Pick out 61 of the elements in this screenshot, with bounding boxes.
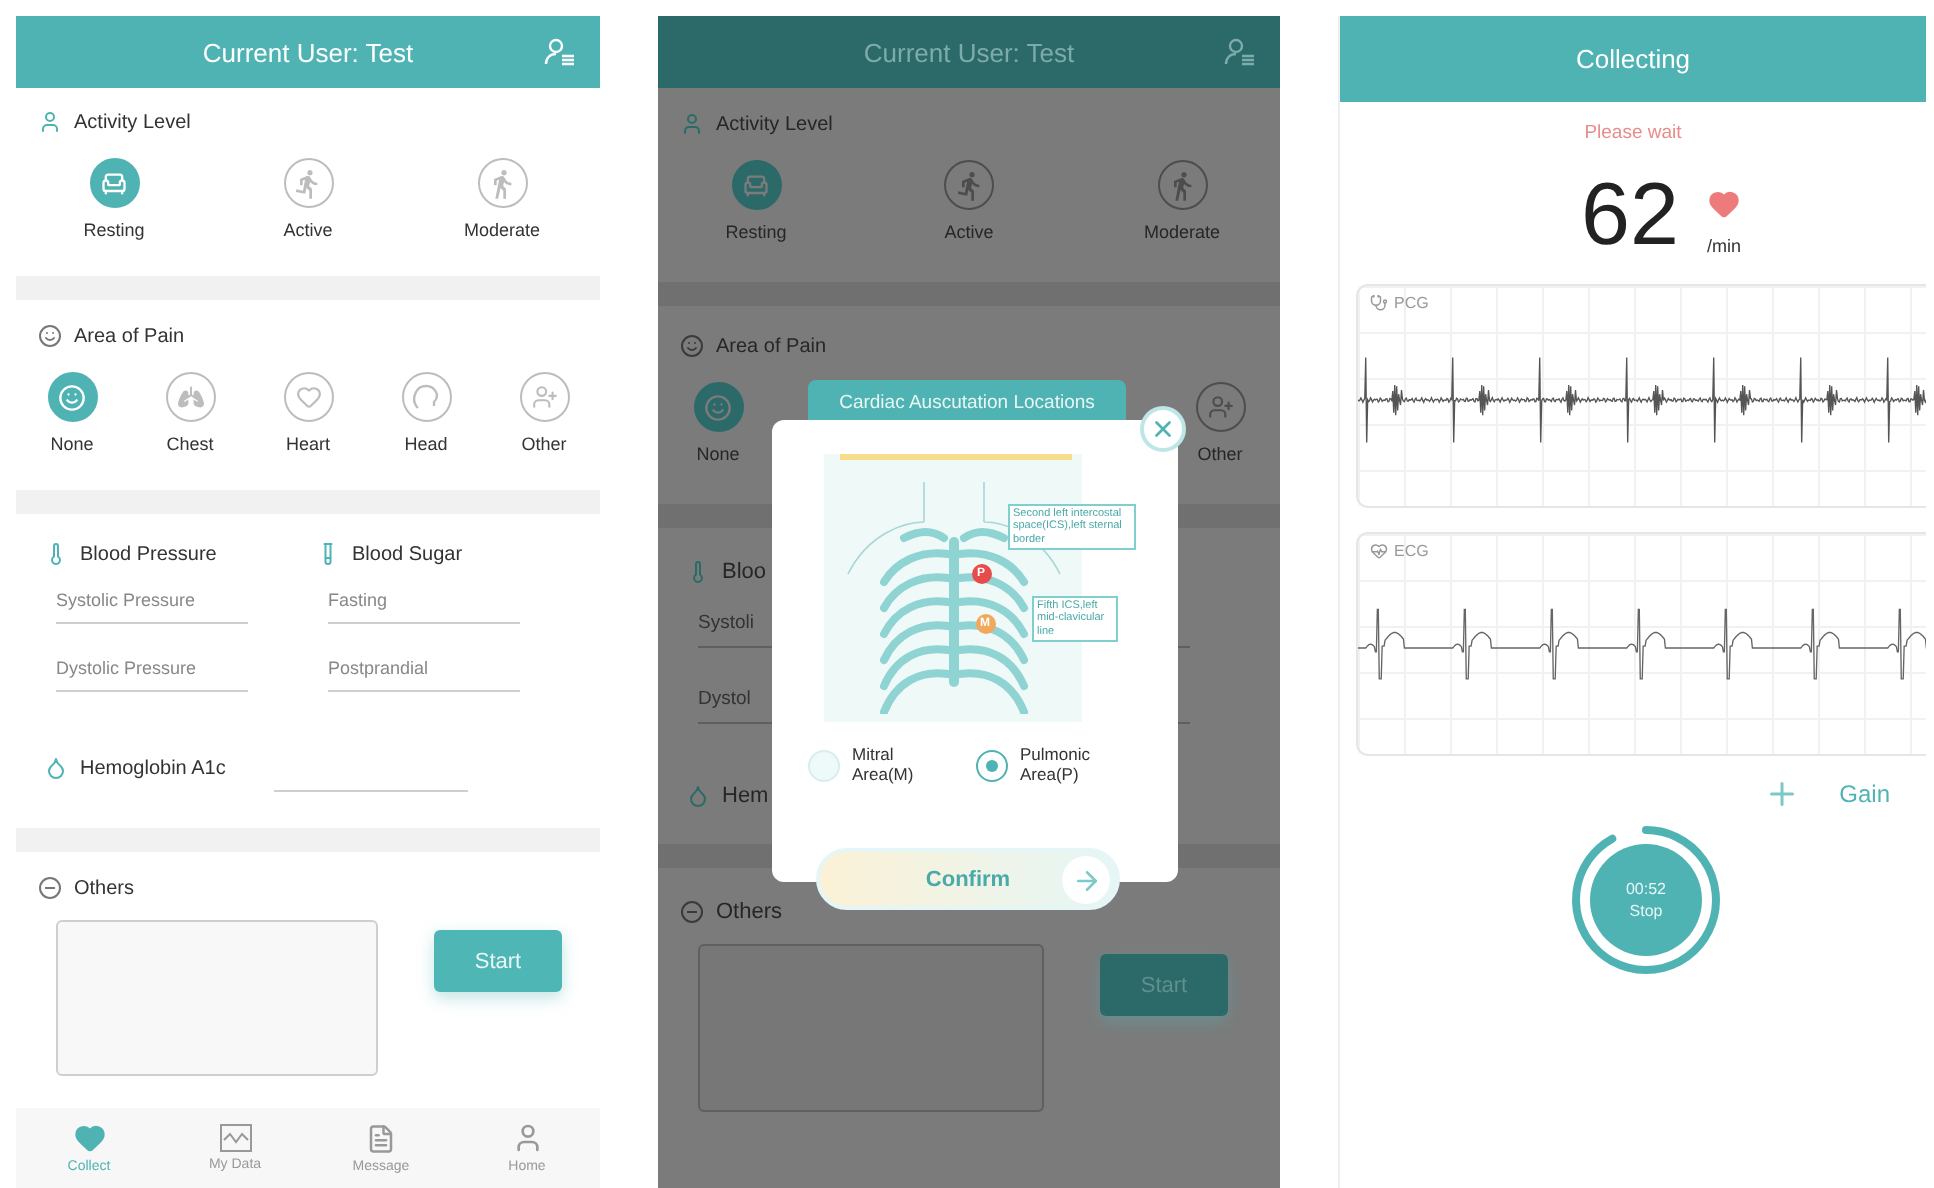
input-field[interactable]: Fasting <box>328 590 520 624</box>
heart-icon <box>73 1122 105 1154</box>
activity-option[interactable]: Active <box>248 158 368 240</box>
confirm-button[interactable]: Confirm <box>816 848 1120 910</box>
field-label: Hemoglobin A1c <box>80 757 226 779</box>
user-list-icon[interactable] <box>1224 38 1256 66</box>
input-field[interactable]: Dystolic Pressure <box>56 658 248 692</box>
person-icon <box>511 1122 543 1154</box>
waveform-label: ECG <box>1394 542 1429 560</box>
document-icon <box>366 1123 396 1153</box>
pain-area-option[interactable]: Heart <box>264 372 352 454</box>
radio-label: Mitral Area(M) <box>852 746 916 786</box>
droplet-icon <box>44 756 68 780</box>
status-text: Please wait <box>1584 122 1682 144</box>
unit-label: /min <box>1706 236 1741 256</box>
activity-option[interactable]: Resting <box>696 160 816 242</box>
heart-rate-value: 62 <box>1581 172 1679 260</box>
header-title: Current User: Test <box>863 37 1075 67</box>
close-icon <box>1150 416 1176 442</box>
header-title: Current User: Test <box>202 37 414 67</box>
user-list-icon[interactable] <box>544 38 576 66</box>
input-field[interactable]: Systolic Pressure <box>56 590 248 624</box>
header-title: Collecting <box>1575 44 1691 74</box>
activity-option[interactable]: Resting <box>54 158 174 240</box>
section-title: Others <box>74 877 135 899</box>
section-title: Activity Level <box>74 111 191 133</box>
stethoscope-icon <box>1370 294 1388 312</box>
heart-icon <box>1707 188 1740 220</box>
section-title: Others <box>716 900 783 924</box>
pain-area-option[interactable]: Chest <box>146 372 234 454</box>
gain-label[interactable]: Gain <box>1839 780 1890 808</box>
section-title: Bloo <box>722 560 767 584</box>
close-button[interactable] <box>1140 406 1186 452</box>
user-icon <box>680 112 704 136</box>
field-label: Hem <box>722 784 769 808</box>
pain-area-option[interactable]: Other <box>500 372 588 454</box>
chart-icon <box>219 1124 251 1152</box>
section-title: Area of Pain <box>74 325 185 347</box>
stop-button[interactable]: 00:52 Stop <box>1590 844 1702 956</box>
waveform-label: PCG <box>1394 294 1429 312</box>
radio-label: Pulmonic Area(P) <box>1020 746 1092 786</box>
activity-option[interactable]: Moderate <box>442 158 562 240</box>
start-button[interactable]: Start <box>434 930 562 992</box>
text-area[interactable] <box>698 944 1044 1112</box>
pain-area-option[interactable]: Head <box>382 372 470 454</box>
section-title: Area of Pain <box>716 335 827 357</box>
user-icon <box>38 110 62 134</box>
arrow-right-icon <box>1062 856 1110 904</box>
input-field[interactable]: Postprandial <box>328 658 520 692</box>
section-title: Blood Pressure <box>80 543 217 565</box>
pain-area-option[interactable]: None <box>674 382 762 464</box>
activity-option[interactable]: Active <box>909 160 1029 242</box>
smiley-icon <box>38 324 62 348</box>
smiley-icon <box>680 334 704 358</box>
section-title: Blood Sugar <box>352 543 463 565</box>
droplet-icon <box>686 784 710 808</box>
section-title: Activity Level <box>716 113 833 135</box>
activity-option[interactable]: Moderate <box>1122 160 1242 242</box>
pain-area-option[interactable]: None <box>28 372 116 454</box>
radio-button[interactable] <box>976 749 1008 782</box>
heart-pulse-icon <box>1370 542 1388 560</box>
